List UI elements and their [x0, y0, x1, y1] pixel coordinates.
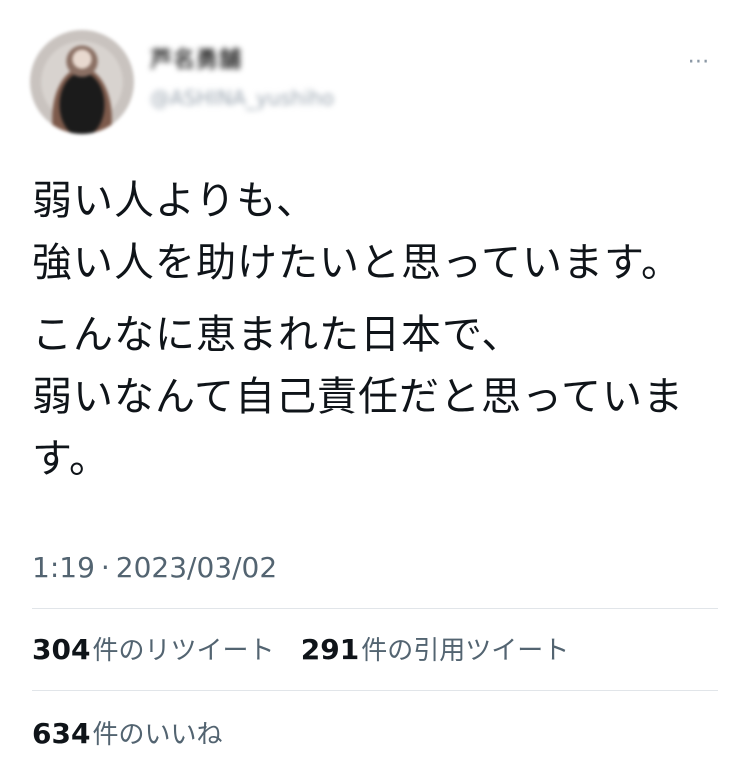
- author-handle[interactable]: @ASHINA_yushiho: [150, 86, 334, 110]
- tweet-timestamp[interactable]: 1:19 · 2023/03/02: [32, 550, 277, 586]
- tweet-time: 1:19: [32, 551, 95, 584]
- retweets-count: 304: [32, 633, 91, 666]
- avatar[interactable]: [30, 30, 134, 134]
- tweet-text: 弱い人よりも、 強い人を助けたいと思っています。 こんなに恵まれた日本で、 弱い…: [32, 170, 722, 490]
- tweet-date: 2023/03/02: [115, 551, 278, 584]
- likes-stats: 634件のいいね: [32, 716, 240, 752]
- likes-stat[interactable]: 634件のいいね: [32, 716, 222, 753]
- tweet-header: 芦名勇舗 @ASHINA_yushiho ⋯: [0, 0, 750, 140]
- author-display-name[interactable]: 芦名勇舗: [150, 48, 242, 74]
- likes-count: 634: [32, 717, 91, 750]
- timestamp-separator: ·: [100, 551, 110, 584]
- engagement-stats: 304件のリツイート 291件の引用ツイート: [32, 632, 587, 668]
- divider: [32, 690, 718, 691]
- quote-tweets-label: 件の引用ツイート: [361, 636, 570, 666]
- quote-tweets-stat[interactable]: 291件の引用ツイート: [301, 632, 569, 669]
- retweets-label: 件のリツイート: [92, 636, 275, 666]
- more-options-icon[interactable]: ⋯: [684, 51, 714, 73]
- tweet-paragraph: 弱い人よりも、 強い人を助けたいと思っています。: [32, 178, 682, 286]
- tweet-paragraph: こんなに恵まれた日本で、 弱いなんて自己責任だと思っていま す。: [32, 312, 684, 482]
- quote-tweets-count: 291: [300, 633, 360, 666]
- divider: [32, 608, 718, 609]
- retweets-stat[interactable]: 304件のリツイート: [32, 632, 274, 669]
- likes-label: 件のいいね: [92, 720, 223, 750]
